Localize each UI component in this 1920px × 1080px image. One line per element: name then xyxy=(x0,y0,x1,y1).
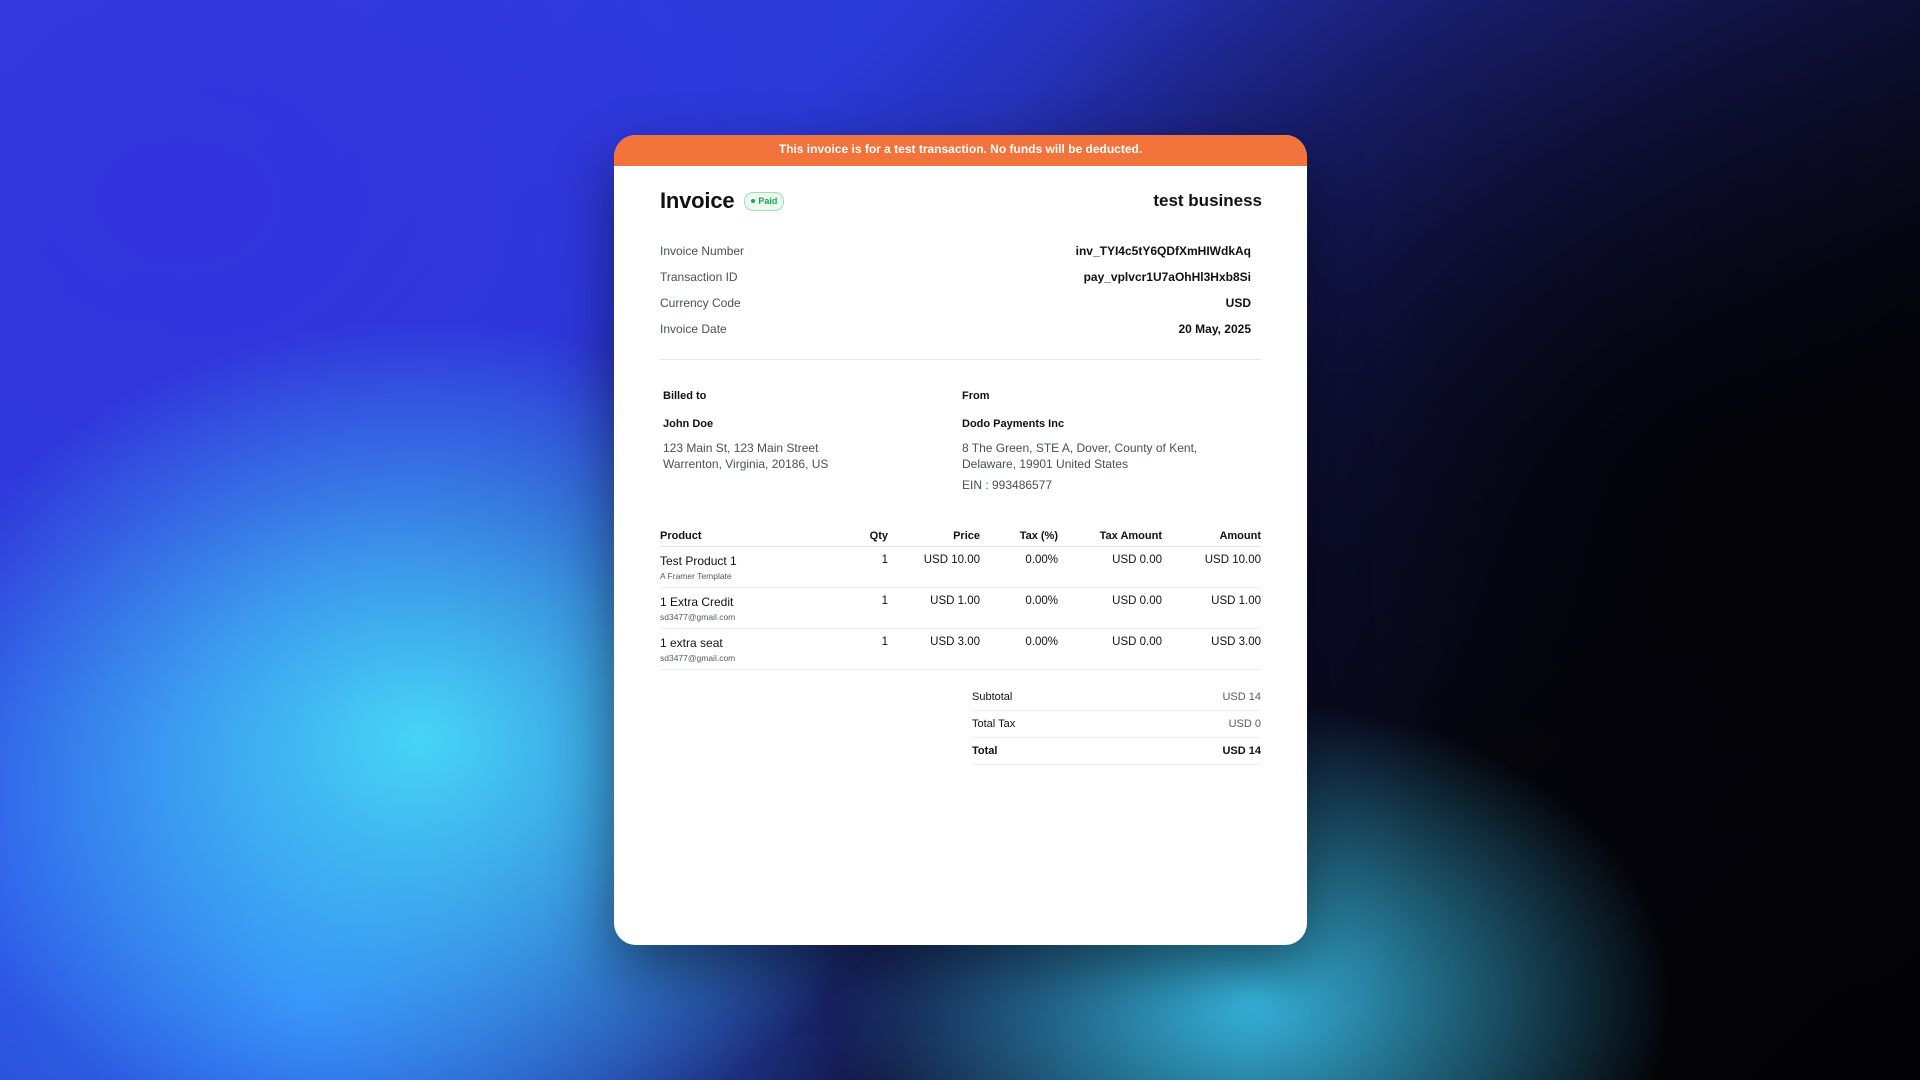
table-row: 1 extra seat sd3477@gmail.com 1 USD 3.00… xyxy=(660,628,1261,670)
cell-tax-pct: 0.00% xyxy=(980,587,1058,629)
table-header-row: Product Qty Price Tax (%) Tax Amount Amo… xyxy=(660,526,1261,547)
status-badge: Paid xyxy=(744,191,785,211)
cell-product: 1 extra seat sd3477@gmail.com xyxy=(660,628,840,670)
cell-qty: 1 xyxy=(840,587,888,629)
meta-label: Invoice Number xyxy=(660,244,745,258)
cell-product: 1 Extra Credit sd3477@gmail.com xyxy=(660,587,840,629)
meta-label: Invoice Date xyxy=(660,322,727,336)
merchant-ein: EIN : 993486577 xyxy=(962,478,1053,492)
subtotal-label: Subtotal xyxy=(972,691,1013,703)
cell-tax-amount: USD 0.00 xyxy=(1058,546,1162,588)
cell-qty: 1 xyxy=(840,628,888,670)
column-header-tax-pct: Tax (%) xyxy=(980,526,1058,547)
cell-tax-amount: USD 0.00 xyxy=(1058,587,1162,629)
cell-product: Test Product 1 A Framer Template xyxy=(660,546,840,588)
merchant-name: Dodo Payments Inc xyxy=(962,418,1065,430)
page-title: Invoice xyxy=(660,188,735,213)
column-header-tax-amount: Tax Amount xyxy=(1058,526,1162,547)
cell-tax-pct: 0.00% xyxy=(980,546,1058,588)
cell-price: USD 3.00 xyxy=(888,628,980,670)
parties-section: Billed to John Doe 123 Main St, 123 Main… xyxy=(660,390,1261,492)
product-name: Test Product 1 xyxy=(660,554,737,568)
cell-amount: USD 3.00 xyxy=(1162,628,1261,670)
product-subtitle: A Framer Template xyxy=(660,571,732,581)
meta-label: Currency Code xyxy=(660,296,741,310)
from-heading: From xyxy=(962,390,990,402)
cell-amount: USD 10.00 xyxy=(1162,546,1261,588)
meta-value: USD xyxy=(1225,296,1251,310)
cell-tax-pct: 0.00% xyxy=(980,628,1058,670)
grand-total-row: Total USD 14 xyxy=(972,738,1261,765)
grand-total-value: USD 14 xyxy=(1222,745,1261,757)
meta-value: inv_TYI4c5tY6QDfXmHIWdkAq xyxy=(1075,244,1251,258)
total-tax-value: USD 0 xyxy=(1228,718,1261,730)
title-group: Invoice Paid xyxy=(660,188,785,214)
section-divider xyxy=(660,359,1261,360)
totals-section: Subtotal USD 14 Total Tax USD 0 Total US… xyxy=(972,684,1261,765)
from-block: From Dodo Payments Inc 8 The Green, STE … xyxy=(962,390,1261,492)
customer-name: John Doe xyxy=(663,418,714,430)
billed-to-block: Billed to John Doe 123 Main St, 123 Main… xyxy=(663,390,962,492)
customer-address: 123 Main St, 123 Main Street Warrenton, … xyxy=(663,440,962,472)
invoice-card: This invoice is for a test transaction. … xyxy=(614,135,1307,945)
meta-value: pay_vplvcr1U7aOhHl3Hxb8Si xyxy=(1083,270,1251,284)
address-line: Delaware, 19901 United States xyxy=(962,457,1129,471)
grand-total-label: Total xyxy=(972,745,998,757)
meta-row-invoice-number: Invoice Number inv_TYI4c5tY6QDfXmHIWdkAq xyxy=(660,238,1251,264)
product-name: 1 Extra Credit xyxy=(660,595,734,609)
address-line: 8 The Green, STE A, Dover, County of Ken… xyxy=(962,441,1198,455)
invoice-meta: Invoice Number inv_TYI4c5tY6QDfXmHIWdkAq… xyxy=(660,238,1261,342)
column-header-amount: Amount xyxy=(1162,526,1261,547)
invoice-header: Invoice Paid test business xyxy=(660,188,1262,214)
address-line: Warrenton, Virginia, 20186, US xyxy=(663,457,829,471)
table-row: 1 Extra Credit sd3477@gmail.com 1 USD 1.… xyxy=(660,587,1261,629)
subtotal-row: Subtotal USD 14 xyxy=(972,684,1261,711)
cell-price: USD 10.00 xyxy=(888,546,980,588)
billed-to-heading: Billed to xyxy=(663,390,707,402)
product-name: 1 extra seat xyxy=(660,636,723,650)
product-subtitle: sd3477@gmail.com xyxy=(660,653,736,663)
table-row: Test Product 1 A Framer Template 1 USD 1… xyxy=(660,546,1261,588)
merchant-address: 8 The Green, STE A, Dover, County of Ken… xyxy=(962,440,1261,472)
status-badge-label: Paid xyxy=(758,196,778,206)
column-header-product: Product xyxy=(660,526,840,547)
cell-qty: 1 xyxy=(840,546,888,588)
meta-label: Transaction ID xyxy=(660,270,738,284)
cell-amount: USD 1.00 xyxy=(1162,587,1261,629)
product-subtitle: sd3477@gmail.com xyxy=(660,612,736,622)
status-dot-icon xyxy=(751,199,756,203)
subtotal-value: USD 14 xyxy=(1222,691,1261,703)
cell-tax-amount: USD 0.00 xyxy=(1058,628,1162,670)
cell-price: USD 1.00 xyxy=(888,587,980,629)
total-tax-label: Total Tax xyxy=(972,718,1016,730)
total-tax-row: Total Tax USD 0 xyxy=(972,711,1261,738)
business-name: test business xyxy=(1153,191,1262,210)
meta-row-currency-code: Currency Code USD xyxy=(660,290,1251,316)
test-transaction-banner: This invoice is for a test transaction. … xyxy=(614,135,1307,166)
column-header-qty: Qty xyxy=(840,526,888,547)
address-line: 123 Main St, 123 Main Street xyxy=(663,441,819,455)
invoice-content: Invoice Paid test business Invoice Numbe… xyxy=(614,188,1307,765)
column-header-price: Price xyxy=(888,526,980,547)
meta-row-invoice-date: Invoice Date 20 May, 2025 xyxy=(660,316,1251,342)
meta-row-transaction-id: Transaction ID pay_vplvcr1U7aOhHl3Hxb8Si xyxy=(660,264,1251,290)
meta-value: 20 May, 2025 xyxy=(1178,322,1252,336)
line-items-table: Product Qty Price Tax (%) Tax Amount Amo… xyxy=(660,526,1261,670)
